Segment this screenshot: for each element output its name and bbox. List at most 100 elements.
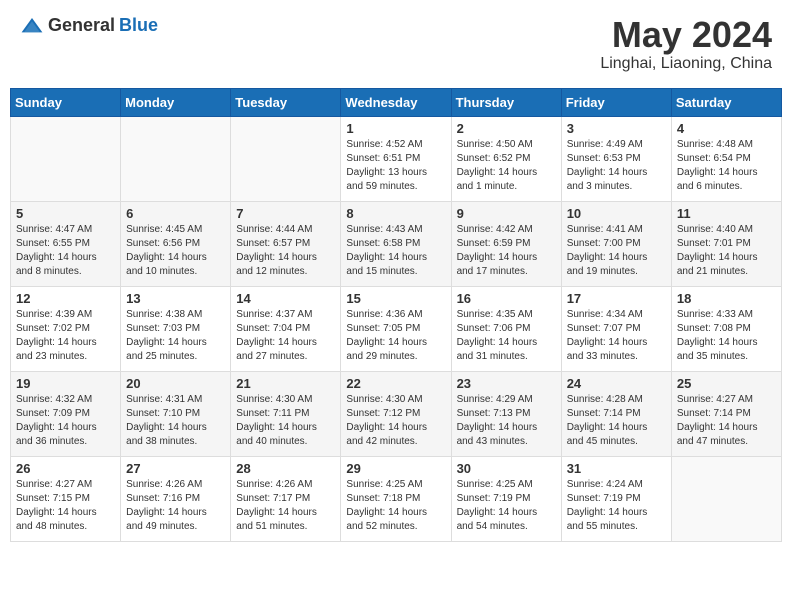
day-info: Sunrise: 4:38 AMSunset: 7:03 PMDaylight:… <box>126 308 225 364</box>
day-number: 8 <box>346 206 445 221</box>
day-info: Sunrise: 4:45 AMSunset: 6:56 PMDaylight:… <box>126 223 225 279</box>
day-info: Sunrise: 4:44 AMSunset: 6:57 PMDaylight:… <box>236 223 335 279</box>
day-number: 9 <box>457 206 556 221</box>
day-number: 7 <box>236 206 335 221</box>
calendar-cell: 15 Sunrise: 4:36 AMSunset: 7:05 PMDayligh… <box>341 286 451 371</box>
day-number: 11 <box>677 206 776 221</box>
day-of-week-header: Saturday <box>671 88 781 116</box>
day-of-week-header: Thursday <box>451 88 561 116</box>
calendar-cell: 27 Sunrise: 4:26 AMSunset: 7:16 PMDayligh… <box>121 456 231 541</box>
day-info: Sunrise: 4:30 AMSunset: 7:11 PMDaylight:… <box>236 393 335 449</box>
day-info: Sunrise: 4:52 AMSunset: 6:51 PMDaylight:… <box>346 138 445 194</box>
day-number: 10 <box>567 206 666 221</box>
day-number: 6 <box>126 206 225 221</box>
day-info: Sunrise: 4:35 AMSunset: 7:06 PMDaylight:… <box>457 308 556 364</box>
calendar-cell: 13 Sunrise: 4:38 AMSunset: 7:03 PMDayligh… <box>121 286 231 371</box>
calendar-cell: 10 Sunrise: 4:41 AMSunset: 7:00 PMDayligh… <box>561 201 671 286</box>
calendar-week-row: 12 Sunrise: 4:39 AMSunset: 7:02 PMDayligh… <box>11 286 782 371</box>
day-number: 18 <box>677 291 776 306</box>
calendar-cell: 5 Sunrise: 4:47 AMSunset: 6:55 PMDaylight… <box>11 201 121 286</box>
calendar-cell: 8 Sunrise: 4:43 AMSunset: 6:58 PMDaylight… <box>341 201 451 286</box>
calendar-cell: 2 Sunrise: 4:50 AMSunset: 6:52 PMDaylight… <box>451 116 561 201</box>
calendar-cell <box>231 116 341 201</box>
calendar-week-row: 5 Sunrise: 4:47 AMSunset: 6:55 PMDaylight… <box>11 201 782 286</box>
day-info: Sunrise: 4:43 AMSunset: 6:58 PMDaylight:… <box>346 223 445 279</box>
calendar-cell <box>11 116 121 201</box>
day-info: Sunrise: 4:36 AMSunset: 7:05 PMDaylight:… <box>346 308 445 364</box>
day-number: 27 <box>126 461 225 476</box>
calendar-cell: 31 Sunrise: 4:24 AMSunset: 7:19 PMDayligh… <box>561 456 671 541</box>
day-info: Sunrise: 4:40 AMSunset: 7:01 PMDaylight:… <box>677 223 776 279</box>
day-number: 17 <box>567 291 666 306</box>
day-number: 14 <box>236 291 335 306</box>
day-of-week-header: Sunday <box>11 88 121 116</box>
day-info: Sunrise: 4:31 AMSunset: 7:10 PMDaylight:… <box>126 393 225 449</box>
calendar-week-row: 26Sunrise: 4:27 AMSunset: 7:15 PMDayligh… <box>11 456 782 541</box>
calendar-cell: 23Sunrise: 4:29 AMSunset: 7:13 PMDayligh… <box>451 371 561 456</box>
calendar-cell: 14 Sunrise: 4:37 AMSunset: 7:04 PMDayligh… <box>231 286 341 371</box>
day-number: 16 <box>457 291 556 306</box>
calendar-cell: 16 Sunrise: 4:35 AMSunset: 7:06 PMDayligh… <box>451 286 561 371</box>
day-number: 22 <box>346 376 445 391</box>
day-number: 23 <box>457 376 556 391</box>
day-number: 12 <box>16 291 115 306</box>
day-info: Sunrise: 4:50 AMSunset: 6:52 PMDaylight:… <box>457 138 556 194</box>
day-number: 13 <box>126 291 225 306</box>
day-of-week-header: Wednesday <box>341 88 451 116</box>
calendar-week-row: 1 Sunrise: 4:52 AMSunset: 6:51 PMDaylight… <box>11 116 782 201</box>
day-number: 29 <box>346 461 445 476</box>
day-info: Sunrise: 4:24 AMSunset: 7:19 PMDaylight:… <box>567 478 666 534</box>
calendar-cell: 18 Sunrise: 4:33 AMSunset: 7:08 PMDayligh… <box>671 286 781 371</box>
location-title: Linghai, Liaoning, China <box>600 55 772 73</box>
day-of-week-header: Tuesday <box>231 88 341 116</box>
day-number: 25 <box>677 376 776 391</box>
calendar-cell: 17Sunrise: 4:34 AMSunset: 7:07 PMDayligh… <box>561 286 671 371</box>
calendar-cell: 26Sunrise: 4:27 AMSunset: 7:15 PMDayligh… <box>11 456 121 541</box>
day-info: Sunrise: 4:48 AMSunset: 6:54 PMDaylight:… <box>677 138 776 194</box>
logo: GeneralBlue <box>20 15 158 36</box>
day-number: 3 <box>567 121 666 136</box>
calendar-cell: 3Sunrise: 4:49 AMSunset: 6:53 PMDaylight… <box>561 116 671 201</box>
calendar-cell: 1 Sunrise: 4:52 AMSunset: 6:51 PMDaylight… <box>341 116 451 201</box>
day-of-week-header: Friday <box>561 88 671 116</box>
calendar-cell: 22 Sunrise: 4:30 AMSunset: 7:12 PMDayligh… <box>341 371 451 456</box>
calendar-cell: 7 Sunrise: 4:44 AMSunset: 6:57 PMDaylight… <box>231 201 341 286</box>
day-number: 15 <box>346 291 445 306</box>
calendar-cell: 24 Sunrise: 4:28 AMSunset: 7:14 PMDayligh… <box>561 371 671 456</box>
title-block: May 2024 Linghai, Liaoning, China <box>600 15 772 73</box>
page-header: GeneralBlue May 2024 Linghai, Liaoning, … <box>10 10 782 78</box>
calendar-cell: 4Sunrise: 4:48 AMSunset: 6:54 PMDaylight… <box>671 116 781 201</box>
day-info: Sunrise: 4:30 AMSunset: 7:12 PMDaylight:… <box>346 393 445 449</box>
day-info: Sunrise: 4:39 AMSunset: 7:02 PMDaylight:… <box>16 308 115 364</box>
day-of-week-header: Monday <box>121 88 231 116</box>
logo-general-text: General <box>48 15 115 36</box>
calendar-cell <box>671 456 781 541</box>
day-info: Sunrise: 4:28 AMSunset: 7:14 PMDaylight:… <box>567 393 666 449</box>
calendar-cell: 19 Sunrise: 4:32 AMSunset: 7:09 PMDayligh… <box>11 371 121 456</box>
day-info: Sunrise: 4:27 AMSunset: 7:14 PMDaylight:… <box>677 393 776 449</box>
day-number: 26 <box>16 461 115 476</box>
day-number: 5 <box>16 206 115 221</box>
day-number: 31 <box>567 461 666 476</box>
day-info: Sunrise: 4:47 AMSunset: 6:55 PMDaylight:… <box>16 223 115 279</box>
day-number: 19 <box>16 376 115 391</box>
calendar-cell: 29Sunrise: 4:25 AMSunset: 7:18 PMDayligh… <box>341 456 451 541</box>
day-number: 30 <box>457 461 556 476</box>
day-info: Sunrise: 4:32 AMSunset: 7:09 PMDaylight:… <box>16 393 115 449</box>
logo-icon <box>20 16 44 36</box>
day-number: 1 <box>346 121 445 136</box>
day-info: Sunrise: 4:42 AMSunset: 6:59 PMDaylight:… <box>457 223 556 279</box>
day-info: Sunrise: 4:26 AMSunset: 7:16 PMDaylight:… <box>126 478 225 534</box>
day-info: Sunrise: 4:25 AMSunset: 7:19 PMDaylight:… <box>457 478 556 534</box>
day-number: 24 <box>567 376 666 391</box>
day-number: 28 <box>236 461 335 476</box>
day-info: Sunrise: 4:41 AMSunset: 7:00 PMDaylight:… <box>567 223 666 279</box>
calendar-cell: 9 Sunrise: 4:42 AMSunset: 6:59 PMDaylight… <box>451 201 561 286</box>
day-info: Sunrise: 4:33 AMSunset: 7:08 PMDaylight:… <box>677 308 776 364</box>
day-number: 20 <box>126 376 225 391</box>
day-number: 21 <box>236 376 335 391</box>
day-number: 2 <box>457 121 556 136</box>
day-info: Sunrise: 4:37 AMSunset: 7:04 PMDaylight:… <box>236 308 335 364</box>
calendar-cell: 30 Sunrise: 4:25 AMSunset: 7:19 PMDayligh… <box>451 456 561 541</box>
day-info: Sunrise: 4:26 AMSunset: 7:17 PMDaylight:… <box>236 478 335 534</box>
